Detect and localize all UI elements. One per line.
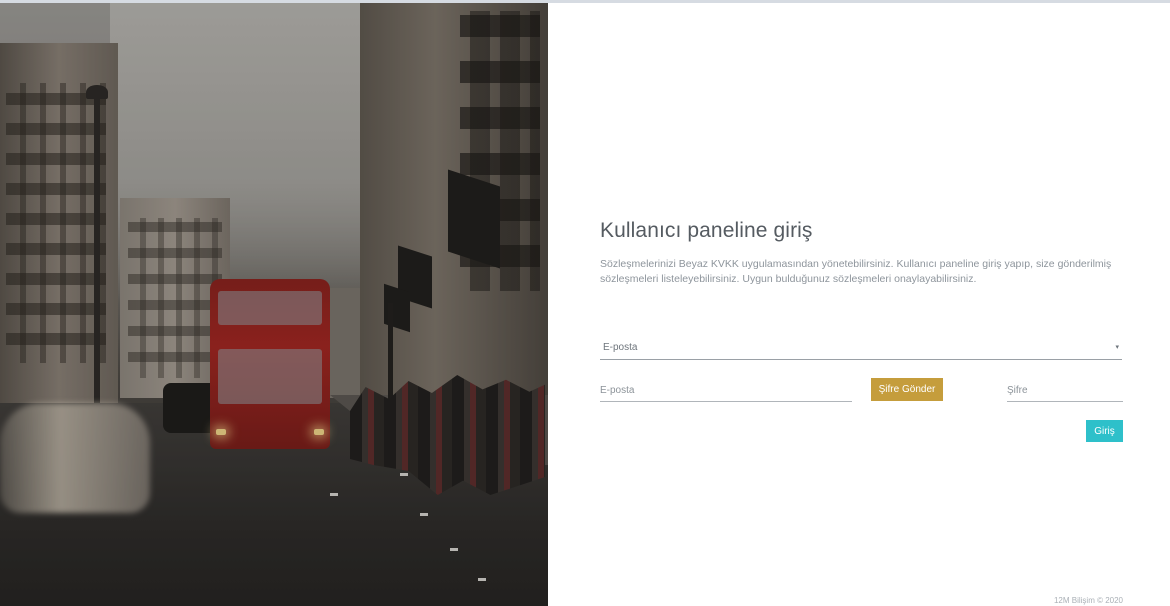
login-method-select[interactable]: E-posta ▾ <box>600 339 1122 360</box>
chevron-down-icon: ▾ <box>1115 344 1119 351</box>
password-field-wrapper <box>1007 381 1123 402</box>
page-title: Kullanıcı paneline giriş <box>600 219 813 242</box>
background-photo <box>0 3 548 606</box>
email-field-wrapper <box>600 381 852 402</box>
photo-overlay <box>0 3 548 606</box>
password-field[interactable] <box>1007 381 1123 399</box>
email-field[interactable] <box>600 381 852 399</box>
footer-copyright: 12M Bilişim © 2020 <box>1053 596 1123 605</box>
send-password-button[interactable]: Şifre Gönder <box>871 378 943 401</box>
page-description: Sözleşmelerinizi Beyaz KVKK uygulamasınd… <box>600 258 1112 285</box>
login-method-selected: E-posta <box>603 342 638 353</box>
login-button[interactable]: Giriş <box>1086 420 1123 442</box>
